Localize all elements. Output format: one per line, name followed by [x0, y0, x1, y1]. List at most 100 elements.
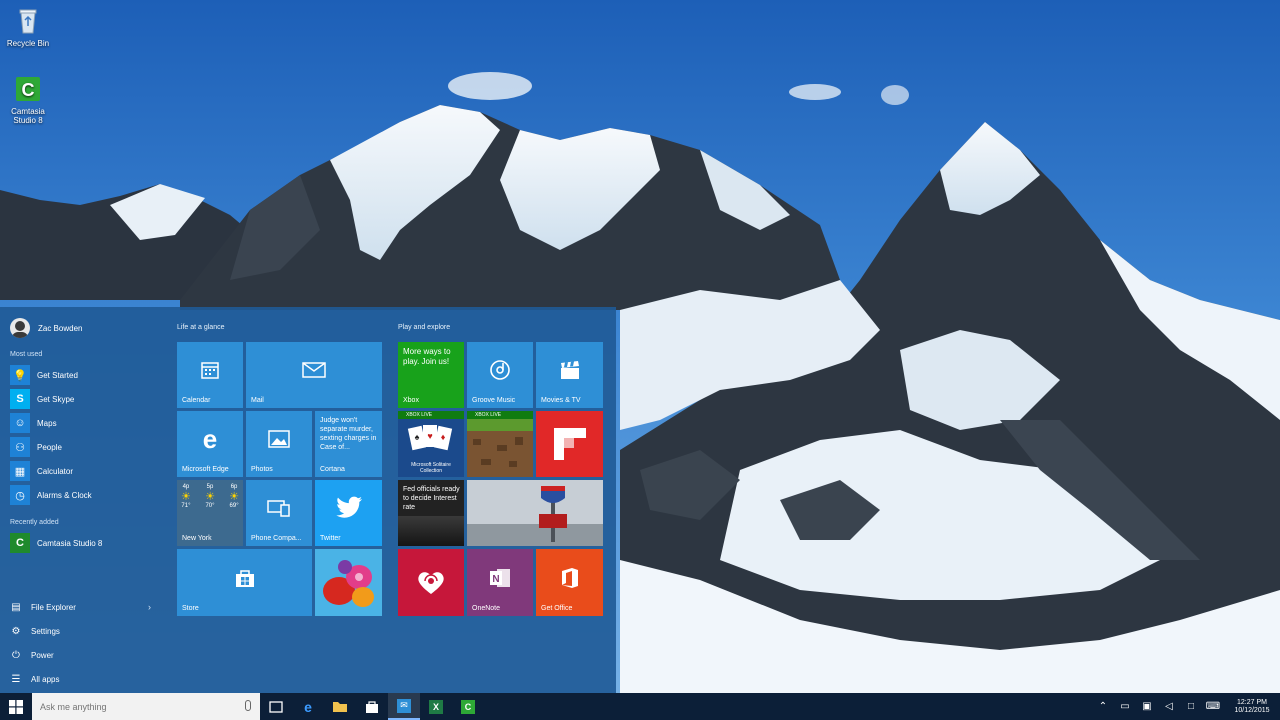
- alarm-clock-icon: ◷: [10, 485, 30, 505]
- volume-icon[interactable]: ◁: [1158, 701, 1180, 712]
- taskbar-app-excel[interactable]: X: [420, 693, 452, 720]
- weather-forecast: 4p ☀ 71° 5p ☀ 70° 6p ☀ 69°: [181, 484, 239, 509]
- action-center-icon[interactable]: □: [1180, 701, 1202, 712]
- app-item-label: Maps: [37, 418, 57, 428]
- app-item-alarms-clock[interactable]: ◷ Alarms & Clock: [10, 485, 92, 505]
- microphone-icon[interactable]: [245, 700, 251, 711]
- person-icon: ☺: [10, 413, 30, 433]
- desktop-icon-label: Camtasia Studio 8: [11, 107, 45, 125]
- phone-companion-icon: [246, 480, 312, 536]
- taskbar-app-camtasia[interactable]: C: [452, 693, 484, 720]
- recycle-bin-desktop-icon[interactable]: Recycle Bin: [0, 6, 56, 48]
- taskbar: e ✉ X C ⌃ ▭ ▣ ◁ □ ⌨ 12:27 PM 10/12/2015: [0, 693, 1280, 720]
- tile-highway-photo[interactable]: [467, 480, 603, 546]
- xbox-promo-text: More ways to play. Join us!: [403, 347, 451, 366]
- clapperboard-icon: [536, 342, 603, 398]
- edge-icon: e: [304, 698, 312, 715]
- taskbar-app-edge[interactable]: e: [292, 693, 324, 720]
- tile-xbox[interactable]: More ways to play. Join us! Xbox: [398, 342, 464, 408]
- app-item-camtasia[interactable]: C Camtasia Studio 8: [10, 533, 102, 553]
- file-explorer-button[interactable]: ▤ File Explorer: [10, 598, 76, 616]
- tile-label: Get Office: [541, 605, 573, 612]
- cortana-search-box[interactable]: [32, 693, 260, 720]
- tile-label: Photos: [251, 466, 273, 473]
- camtasia-icon: C: [13, 74, 43, 104]
- tile-news[interactable]: Fed officials ready to decide Interest r…: [398, 480, 464, 546]
- task-view-icon: [269, 700, 283, 713]
- taskbar-app-mail[interactable]: ✉: [388, 693, 420, 720]
- user-name: Zac Bowden: [38, 323, 83, 333]
- start-menu-left-pane: Zac Bowden Most used 💡 Get Started S Get…: [0, 307, 165, 693]
- tile-onenote[interactable]: N OneNote: [467, 549, 533, 616]
- tile-microsoft-edge[interactable]: e Microsoft Edge: [177, 411, 243, 477]
- photos-icon: [246, 411, 312, 467]
- people-icon: ⚇: [10, 437, 30, 457]
- tile-movies-tv[interactable]: Movies & TV: [536, 342, 603, 408]
- news-photo: [398, 516, 464, 546]
- minecraft-block-icon: [467, 419, 533, 477]
- tile-label: Phone Compa...: [251, 535, 302, 542]
- lightbulb-icon: 💡: [10, 365, 30, 385]
- tile-twitter[interactable]: Twitter: [315, 480, 382, 546]
- tile-weather[interactable]: 4p ☀ 71° 5p ☀ 70° 6p ☀ 69° New York: [177, 480, 243, 546]
- clock[interactable]: 12:27 PM 10/12/2015: [1224, 699, 1280, 715]
- app-item-get-skype[interactable]: S Get Skype: [10, 389, 74, 409]
- tile-phone-companion[interactable]: Phone Compa...: [246, 480, 312, 546]
- app-item-label: Get Skype: [37, 394, 75, 404]
- taskbar-app-file-explorer[interactable]: [324, 693, 356, 720]
- recycle-bin-icon: [13, 6, 43, 36]
- app-item-get-started[interactable]: 💡 Get Started: [10, 365, 78, 385]
- app-item-label: Alarms & Clock: [37, 490, 92, 500]
- task-view-button[interactable]: [260, 693, 292, 720]
- app-item-label: Camtasia Studio 8: [37, 538, 103, 548]
- excel-icon: X: [429, 699, 443, 714]
- all-apps-button[interactable]: ☰ All apps: [10, 670, 60, 688]
- tile-get-office[interactable]: Get Office: [536, 549, 603, 616]
- bottom-item-label: Power: [31, 650, 54, 660]
- start-button[interactable]: [0, 693, 32, 720]
- tile-label: New York: [182, 535, 212, 542]
- app-item-people[interactable]: ⚇ People: [10, 437, 62, 457]
- app-item-label: Calculator: [37, 466, 74, 476]
- tile-store[interactable]: Store: [177, 549, 312, 616]
- chevron-up-icon[interactable]: ⌃: [1092, 701, 1114, 712]
- taskbar-app-store[interactable]: [356, 693, 388, 720]
- network-icon[interactable]: ▣: [1136, 701, 1158, 712]
- power-button[interactable]: ⏻ Power: [10, 646, 54, 664]
- tile-photos[interactable]: Photos: [246, 411, 312, 477]
- windows-logo-icon: [9, 699, 23, 714]
- app-item-calculator[interactable]: ▦ Calculator: [10, 461, 73, 481]
- svg-text:♦: ♦: [441, 432, 446, 442]
- tile-flipboard[interactable]: [536, 411, 603, 477]
- skype-icon: S: [10, 389, 30, 409]
- tile-iheartradio[interactable]: [398, 549, 464, 616]
- settings-button[interactable]: ⚙ Settings: [10, 622, 60, 640]
- chevron-right-icon[interactable]: ›: [148, 602, 151, 612]
- group-label-life: Life at a glance: [177, 324, 225, 331]
- keyboard-icon[interactable]: ⌨: [1202, 701, 1224, 712]
- tile-solitaire[interactable]: XBOX LIVE ♥ ♠ ♦ Microsoft Solitaire Coll…: [398, 411, 464, 477]
- tile-candy-crush[interactable]: [315, 549, 382, 616]
- power-icon: ⏻: [12, 649, 20, 661]
- calculator-icon: ▦: [10, 461, 30, 481]
- search-input[interactable]: [40, 701, 230, 712]
- tile-cortana[interactable]: Judge won't separate murder, sexting cha…: [315, 411, 382, 477]
- start-menu: Zac Bowden Most used 💡 Get Started S Get…: [0, 307, 616, 693]
- playing-cards-icon: ♥ ♠ ♦: [407, 425, 453, 451]
- tile-calendar[interactable]: Calendar: [177, 342, 243, 408]
- onenote-icon: N: [467, 549, 533, 606]
- mail-icon: [246, 342, 382, 398]
- tile-mail[interactable]: Mail: [246, 342, 382, 408]
- tile-label: Movies & TV: [541, 397, 581, 404]
- solitaire-title: Microsoft Solitaire Collection: [411, 462, 451, 474]
- store-bag-icon: [177, 549, 312, 606]
- battery-icon[interactable]: ▭: [1114, 701, 1136, 712]
- camtasia-desktop-icon[interactable]: C Camtasia Studio 8: [0, 74, 56, 125]
- app-item-maps[interactable]: ☺ Maps: [10, 413, 57, 433]
- tile-minecraft[interactable]: XBOX LIVE: [467, 411, 533, 477]
- clock-time: 12:27 PM: [1237, 698, 1267, 706]
- tile-groove-music[interactable]: Groove Music: [467, 342, 533, 408]
- store-bag-icon: [366, 700, 378, 713]
- svg-text:N: N: [492, 574, 499, 585]
- user-account-button[interactable]: Zac Bowden: [10, 317, 82, 339]
